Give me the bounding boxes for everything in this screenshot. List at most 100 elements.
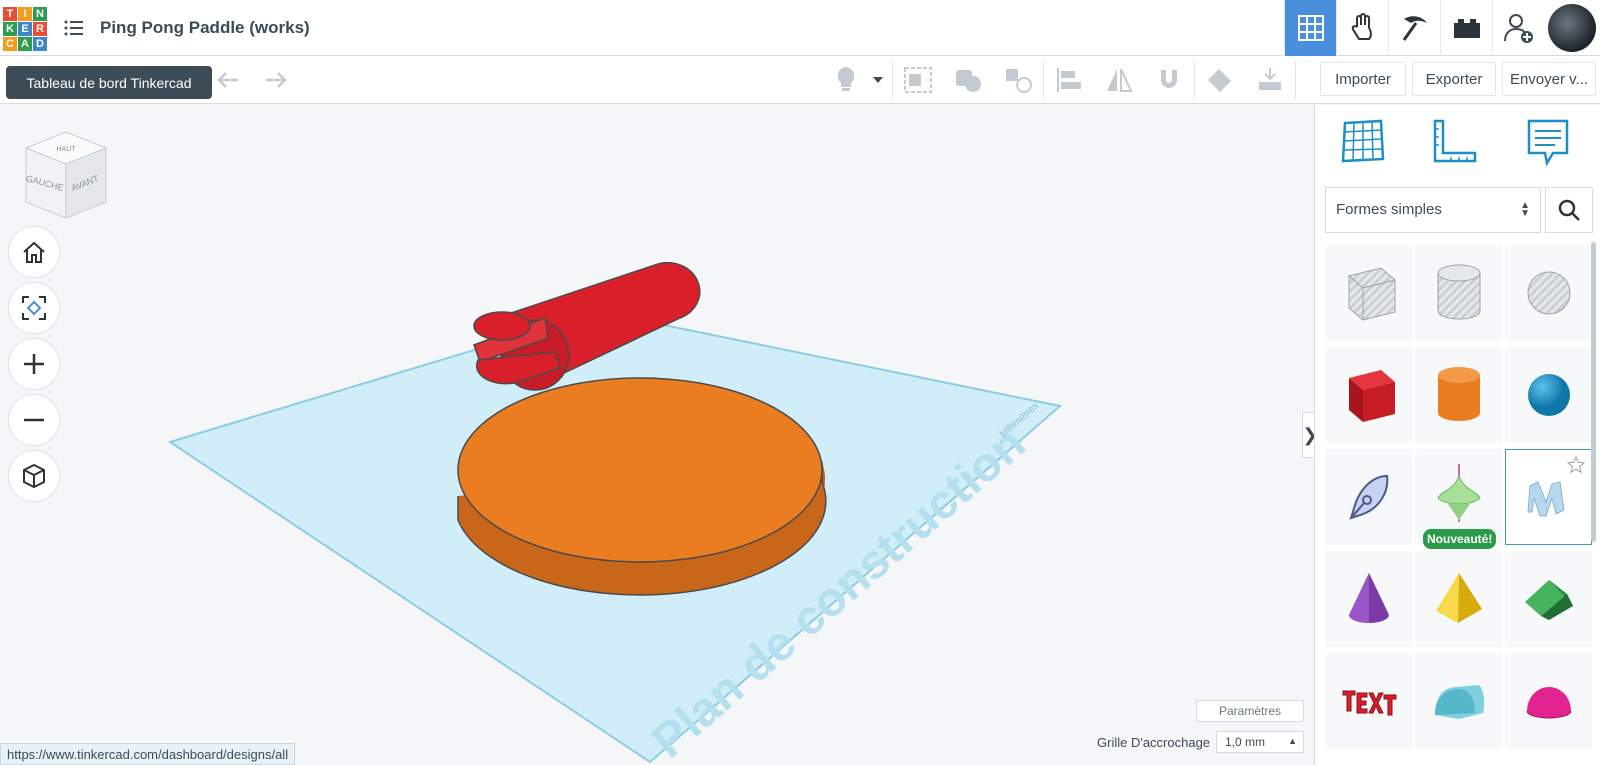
notes-icon[interactable] xyxy=(1523,117,1573,167)
shape-text[interactable] xyxy=(1325,653,1412,749)
zoom-in-button[interactable] xyxy=(8,338,60,390)
orange-disk-shape[interactable] xyxy=(457,377,827,596)
3d-workspace[interactable]: Plan de construction Millimètres HAUT GA… xyxy=(0,105,1313,765)
settings-button[interactable]: Paramètres xyxy=(1196,700,1304,722)
3d-design-view-button[interactable] xyxy=(1284,0,1336,56)
bricks-button[interactable] xyxy=(1440,0,1492,56)
text-shape-icon xyxy=(1342,690,1396,716)
logo-letter: R xyxy=(33,22,47,36)
divider xyxy=(1295,61,1296,99)
ungroup-icon xyxy=(956,70,981,92)
logo-letter: N xyxy=(33,7,47,21)
shape-scribble[interactable] xyxy=(1325,449,1412,545)
home-icon xyxy=(23,241,45,263)
yellow-pyramid-icon xyxy=(1435,573,1482,623)
logo-letter: A xyxy=(18,37,32,51)
scene: Plan de construction Millimètres xyxy=(167,262,1063,765)
send-to-button[interactable]: Envoyer v... xyxy=(1502,62,1596,96)
logo-letter: T xyxy=(3,7,17,21)
pickaxe-icon xyxy=(1402,16,1427,41)
redo-icon[interactable] xyxy=(262,68,290,92)
shape-pyramid[interactable] xyxy=(1415,551,1502,647)
shape-tools xyxy=(828,60,1296,100)
shape-roof[interactable] xyxy=(1505,551,1592,647)
sim-lab-button[interactable] xyxy=(1336,0,1388,56)
ungroup-button[interactable] xyxy=(943,60,993,100)
status-url: https://www.tinkercad.com/dashboard/desi… xyxy=(0,743,296,765)
shapes-grid: Nouveauté! xyxy=(1325,245,1595,749)
shape-text-block[interactable] xyxy=(1505,449,1592,545)
pen-nib-icon xyxy=(1348,474,1388,520)
shape-cylinder-hole[interactable] xyxy=(1415,245,1502,341)
add-user-icon xyxy=(1503,14,1533,43)
snap-grid-select[interactable]: 1,0 mm ▲ xyxy=(1216,731,1304,753)
paint-icon xyxy=(1208,69,1231,92)
zoom-out-button[interactable] xyxy=(8,394,60,446)
snap-grid-value: 1,0 mm xyxy=(1225,735,1266,749)
star-icon[interactable] xyxy=(1567,456,1585,474)
import-button[interactable]: Importer xyxy=(1320,62,1406,96)
shape-category-select[interactable]: Formes simples ▲ ▼ xyxy=(1325,187,1541,233)
updown-icon: ▲ ▼ xyxy=(1520,200,1530,219)
drop-button[interactable] xyxy=(1245,60,1295,100)
invite-user-button[interactable] xyxy=(1492,0,1544,56)
cylinder-hole-icon xyxy=(1437,264,1480,320)
shape-cone[interactable] xyxy=(1325,551,1412,647)
teal-half-cylinder-icon xyxy=(1434,685,1484,719)
shape-sphere[interactable] xyxy=(1505,347,1592,443)
cube-icon xyxy=(23,463,45,489)
plus-icon xyxy=(24,354,44,374)
new-badge: Nouveauté! xyxy=(1423,529,1497,549)
hand-icon xyxy=(1351,13,1372,40)
pink-half-sphere-icon xyxy=(1526,687,1571,719)
search-icon xyxy=(1558,199,1580,221)
snap-grid-label: Grille D'accrochage xyxy=(1097,735,1211,750)
shape-cylinder[interactable] xyxy=(1415,347,1502,443)
shape-new-featured[interactable]: Nouveauté! xyxy=(1415,449,1502,549)
purple-cone-icon xyxy=(1348,573,1389,623)
shape-sphere-hole[interactable] xyxy=(1505,245,1592,341)
ruler-icon[interactable] xyxy=(1429,117,1479,167)
red-box-icon xyxy=(1348,370,1395,422)
caret-down-icon xyxy=(873,77,883,83)
drop-icon xyxy=(1259,68,1281,90)
export-button[interactable]: Exporter xyxy=(1412,62,1496,96)
shape-half-sphere[interactable] xyxy=(1505,653,1592,749)
shape-box[interactable] xyxy=(1325,347,1412,443)
paint-button[interactable] xyxy=(1195,60,1245,100)
view-cube[interactable]: HAUT GAUCHE AVANT xyxy=(20,126,112,226)
group-button[interactable] xyxy=(893,60,943,100)
cruise-button[interactable] xyxy=(1144,60,1194,100)
logo-letter: I xyxy=(18,7,32,21)
minecraft-button[interactable] xyxy=(1388,0,1440,56)
logo-letter: K xyxy=(3,22,17,36)
grid-view-icon xyxy=(1297,15,1324,41)
workplane-button[interactable] xyxy=(993,60,1043,100)
projection-button[interactable] xyxy=(8,450,60,502)
brick-icon xyxy=(1453,19,1480,38)
home-view-button[interactable] xyxy=(8,226,60,278)
shape-half-cylinder[interactable] xyxy=(1415,653,1502,749)
lightbulb-icon xyxy=(837,67,855,91)
fit-view-button[interactable] xyxy=(8,282,60,334)
light-button[interactable] xyxy=(828,60,864,100)
search-shapes-button[interactable] xyxy=(1545,187,1593,233)
avatar[interactable] xyxy=(1548,4,1596,52)
undo-icon[interactable] xyxy=(214,68,242,92)
light-dropdown[interactable] xyxy=(864,60,892,100)
wave-shape-icon xyxy=(1526,481,1565,517)
shape-box-hole[interactable] xyxy=(1325,245,1412,341)
panel-scrollbar[interactable] xyxy=(1591,242,1596,542)
shape-category-value: Formes simples xyxy=(1336,201,1442,218)
tinkercad-logo[interactable]: TIN KER CAD xyxy=(3,7,47,51)
group-icon xyxy=(904,67,932,93)
design-menu-icon[interactable] xyxy=(64,19,84,37)
align-button[interactable] xyxy=(1044,60,1094,100)
logo-letter: E xyxy=(18,22,32,36)
mirror-icon xyxy=(1107,68,1133,92)
spinning-top-icon xyxy=(1436,464,1481,522)
dashboard-tooltip: Tableau de bord Tinkercad xyxy=(6,66,212,99)
mirror-button[interactable] xyxy=(1094,60,1144,100)
design-title[interactable]: Ping Pong Paddle (works) xyxy=(100,18,310,38)
workplane-grid-icon[interactable] xyxy=(1337,117,1387,167)
